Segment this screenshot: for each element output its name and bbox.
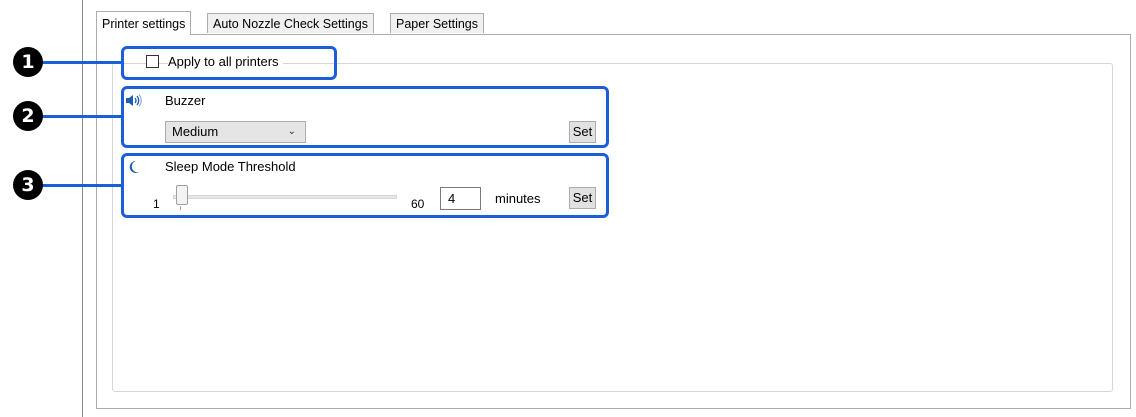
highlight-apply-all bbox=[121, 46, 337, 80]
tab-auto-nozzle-check-settings[interactable]: Auto Nozzle Check Settings bbox=[207, 13, 374, 33]
highlight-buzzer bbox=[121, 86, 609, 148]
callout-marker-2: 2 bbox=[13, 101, 43, 131]
callout-line-1 bbox=[40, 61, 122, 64]
tab-paper-settings[interactable]: Paper Settings bbox=[390, 13, 484, 33]
callout-marker-1: 1 bbox=[13, 47, 43, 77]
highlight-sleep-mode bbox=[121, 153, 609, 218]
callout-line-2 bbox=[40, 115, 122, 118]
callout-marker-3: 3 bbox=[13, 170, 43, 200]
tab-printer-settings[interactable]: Printer settings bbox=[96, 11, 192, 35]
callout-line-3 bbox=[40, 184, 122, 187]
